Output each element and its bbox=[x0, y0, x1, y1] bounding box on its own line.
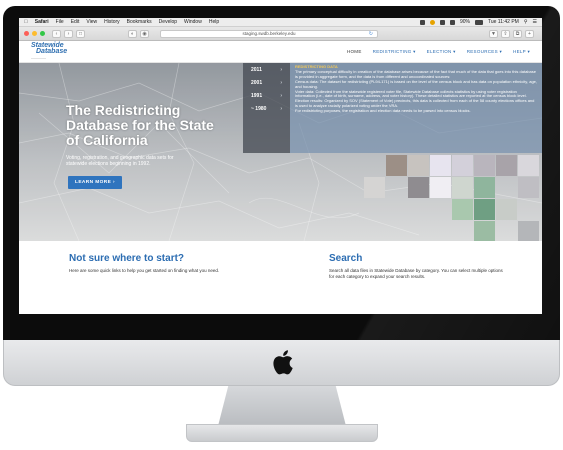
main-nav: HOME REDISTRICTING ▾ ELECTION ▾ RESOURCE… bbox=[347, 49, 530, 55]
menu-list-icon[interactable]: ☰ bbox=[533, 19, 537, 25]
hero-title: The Redistricting Database for the State… bbox=[66, 102, 214, 148]
year-2001[interactable]: 2001 › bbox=[243, 76, 290, 89]
photo-tile bbox=[496, 155, 517, 176]
photo-tile bbox=[408, 155, 429, 176]
photo-tile bbox=[474, 177, 495, 198]
menu-window[interactable]: Window bbox=[184, 19, 202, 25]
intro-sections: Not sure where to start? Here are some q… bbox=[19, 241, 542, 314]
browser-toolbar: ‹ › □ ◐ ◉ staging.swdb.berkeley.edu ↻ ▼ … bbox=[19, 27, 542, 41]
menu-edit[interactable]: Edit bbox=[71, 19, 80, 25]
dropbox-icon[interactable] bbox=[419, 19, 425, 25]
photo-tile bbox=[518, 155, 539, 176]
menu-view[interactable]: View bbox=[86, 19, 97, 25]
hero-banner: The Redistricting Database for the State… bbox=[19, 63, 542, 241]
photo-tile bbox=[408, 177, 429, 198]
menu-develop[interactable]: Develop bbox=[159, 19, 177, 25]
mac-menu-bar:  Safari File Edit View History Bookmark… bbox=[19, 18, 542, 27]
photo-tile bbox=[430, 177, 451, 198]
photo-tile bbox=[518, 177, 539, 198]
apple-menu-icon[interactable]:  bbox=[24, 19, 28, 25]
forward-button[interactable]: › bbox=[64, 29, 73, 38]
photo-tile bbox=[474, 199, 495, 220]
share-icon[interactable]: ⇧ bbox=[501, 29, 510, 38]
sidebar-icon[interactable]: □ bbox=[76, 29, 85, 38]
back-button[interactable]: ‹ bbox=[52, 29, 61, 38]
photo-tile bbox=[364, 177, 385, 198]
downloads-icon[interactable]: ▼ bbox=[489, 29, 498, 38]
nav-home[interactable]: HOME bbox=[347, 49, 362, 55]
site-logo[interactable]: Statewide Database ————— bbox=[31, 42, 67, 61]
zoom-window-button[interactable] bbox=[40, 31, 45, 36]
photo-tile bbox=[474, 155, 495, 176]
chevron-right-icon: › bbox=[280, 105, 282, 112]
year-2011[interactable]: 2011 › bbox=[243, 63, 290, 76]
search-heading: Search bbox=[329, 253, 363, 264]
year-label: 2001 bbox=[251, 79, 263, 86]
status-icon[interactable] bbox=[429, 19, 435, 25]
year-1980[interactable]: ~ 1980 › bbox=[243, 102, 290, 115]
imac-stand-foot bbox=[186, 424, 378, 442]
chevron-right-icon: › bbox=[280, 79, 282, 86]
battery-percent[interactable]: 90% bbox=[460, 19, 470, 25]
info-paragraph: For redistricting purposes, the registra… bbox=[295, 108, 471, 114]
logo-tagline-graphic: ————— bbox=[31, 55, 46, 60]
extension-icon[interactable]: ◉ bbox=[140, 29, 149, 38]
menu-help[interactable]: Help bbox=[209, 19, 219, 25]
redistricting-info-panel: REDISTRICTING DATA The primary conceptua… bbox=[290, 63, 542, 153]
photo-tile bbox=[474, 221, 495, 241]
nav-help[interactable]: HELP ▾ bbox=[513, 49, 530, 55]
nav-resources[interactable]: RESOURCES ▾ bbox=[467, 49, 502, 55]
wifi-icon[interactable] bbox=[439, 19, 445, 25]
status-area: 90% Tue 11:42 PM ⚲ ☰ bbox=[419, 19, 537, 25]
learn-more-button[interactable]: LEARN MORE › bbox=[68, 176, 122, 189]
photo-tile bbox=[430, 155, 451, 176]
menu-file[interactable]: File bbox=[56, 19, 64, 25]
photo-tile-grid bbox=[364, 155, 542, 241]
menu-history[interactable]: History bbox=[104, 19, 120, 25]
search-icon[interactable]: ⚲ bbox=[524, 19, 528, 25]
site-header: Statewide Database ————— HOME REDISTRICT… bbox=[19, 41, 542, 63]
battery-icon[interactable] bbox=[474, 19, 483, 25]
nav-redistricting[interactable]: REDISTRICTING ▾ bbox=[373, 49, 416, 55]
minimize-window-button[interactable] bbox=[32, 31, 37, 36]
volume-icon[interactable] bbox=[449, 19, 455, 25]
year-1991[interactable]: 1991 › bbox=[243, 89, 290, 102]
close-window-button[interactable] bbox=[24, 31, 29, 36]
photo-tile bbox=[452, 155, 473, 176]
chevron-right-icon: › bbox=[280, 66, 282, 73]
hero-subtitle: Voting, registration, and geographic dat… bbox=[66, 155, 174, 167]
reload-icon[interactable]: ↻ bbox=[369, 31, 373, 37]
photo-tile bbox=[452, 177, 473, 198]
chevron-right-icon: › bbox=[280, 92, 282, 99]
address-bar[interactable]: staging.swdb.berkeley.edu ↻ bbox=[160, 29, 378, 38]
year-label: ~ 1980 bbox=[251, 105, 267, 112]
tabs-icon[interactable]: ⧉ bbox=[513, 29, 522, 38]
url-text: staging.swdb.berkeley.edu bbox=[242, 31, 296, 36]
menu-safari[interactable]: Safari bbox=[35, 19, 49, 25]
start-text: Here are some quick links to help you ge… bbox=[69, 268, 220, 273]
menu-bookmarks[interactable]: Bookmarks bbox=[127, 19, 152, 25]
imac-mockup:  Safari File Edit View History Bookmark… bbox=[0, 0, 563, 450]
year-label: 1991 bbox=[251, 92, 263, 99]
photo-tile bbox=[518, 221, 539, 241]
clock[interactable]: Tue 11:42 PM bbox=[488, 19, 519, 25]
privacy-icon[interactable]: ◐ bbox=[128, 29, 137, 38]
year-label: 2011 bbox=[251, 66, 262, 73]
window-controls bbox=[24, 31, 45, 36]
year-menu: 2011 › 2001 › 1991 › ~ 1980 › bbox=[243, 63, 290, 153]
search-text: Search all data files in Statewide Datab… bbox=[329, 268, 503, 279]
start-heading: Not sure where to start? bbox=[69, 253, 185, 264]
new-tab-button[interactable]: + bbox=[525, 29, 534, 38]
photo-tile bbox=[496, 199, 517, 220]
imac-stand-neck bbox=[218, 386, 346, 426]
screen:  Safari File Edit View History Bookmark… bbox=[19, 18, 542, 314]
apple-logo-icon bbox=[273, 350, 293, 375]
photo-tile bbox=[386, 155, 407, 176]
nav-election[interactable]: ELECTION ▾ bbox=[427, 49, 456, 55]
photo-tile bbox=[452, 199, 473, 220]
